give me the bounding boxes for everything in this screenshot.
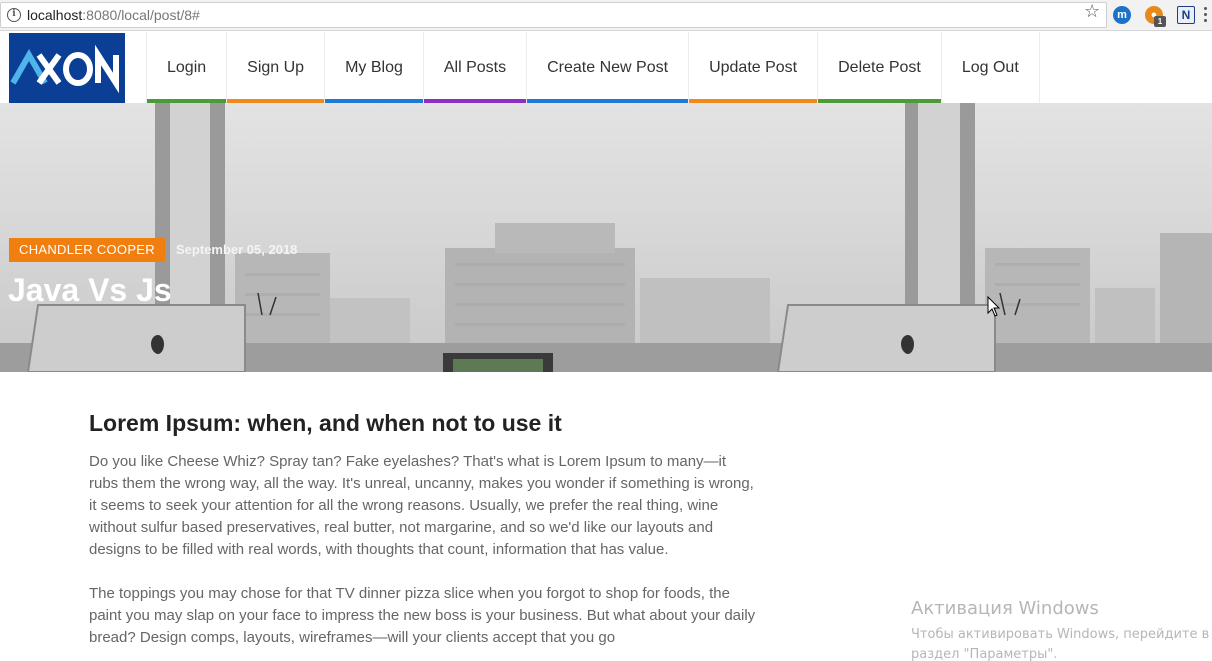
axon-logo[interactable] [9, 33, 125, 103]
hero-background-image [0, 103, 1212, 372]
nav-all-posts[interactable]: All Posts [422, 32, 527, 103]
logo-graphic [10, 44, 119, 94]
extension-badge: 1 [1154, 16, 1166, 27]
author-badge[interactable]: CHANDLER COOPER [9, 238, 165, 262]
article-body: Lorem Ipsum: when, and when not to use i… [89, 410, 759, 661]
post-title: Java Vs Js [8, 272, 172, 308]
url-text[interactable]: localhost:8080/local/post/8# [27, 7, 200, 23]
browser-menu-icon[interactable] [1204, 7, 1208, 24]
nav-update-post[interactable]: Update Post [688, 32, 818, 103]
watermark-line: Чтобы активировать Windows, перейдите в [911, 627, 1210, 642]
nav-delete-post[interactable]: Delete Post [817, 32, 941, 103]
main-nav: Login Sign Up My Blog All Posts Create N… [146, 32, 1040, 103]
extension-m-icon[interactable]: m [1113, 6, 1131, 24]
windows-activation-watermark: Активация Windows Чтобы активировать Win… [911, 598, 1209, 661]
extension-n-icon[interactable]: N [1177, 6, 1195, 24]
nav-login[interactable]: Login [146, 32, 227, 103]
browser-toolbar: i localhost:8080/local/post/8# ☆ m ● 1 N [0, 0, 1212, 31]
site-header: Login Sign Up My Blog All Posts Create N… [0, 32, 1212, 103]
nav-my-blog[interactable]: My Blog [324, 32, 423, 103]
cookie-extension-icon[interactable]: ● 1 [1145, 6, 1166, 27]
article-paragraph: The toppings you may chose for that TV d… [89, 585, 756, 646]
mouse-cursor-icon [987, 296, 1001, 317]
nav-log-out[interactable]: Log Out [940, 32, 1040, 103]
info-icon[interactable]: i [7, 8, 21, 22]
address-bar[interactable]: i localhost:8080/local/post/8# [0, 2, 1107, 28]
article-paragraph: Do you like Cheese Whiz? Spray tan? Fake… [89, 453, 754, 558]
watermark-line: раздел "Параметры". [911, 647, 1058, 661]
post-date: September 05, 2018 [176, 242, 298, 257]
article-heading: Lorem Ipsum: when, and when not to use i… [89, 410, 562, 436]
nav-sign-up[interactable]: Sign Up [226, 32, 325, 103]
nav-create-new-post[interactable]: Create New Post [526, 32, 689, 103]
star-icon[interactable]: ☆ [1084, 1, 1100, 22]
hero-banner: CHANDLER COOPER September 05, 2018 Java … [0, 103, 1212, 372]
watermark-title: Активация Windows [911, 598, 1099, 619]
